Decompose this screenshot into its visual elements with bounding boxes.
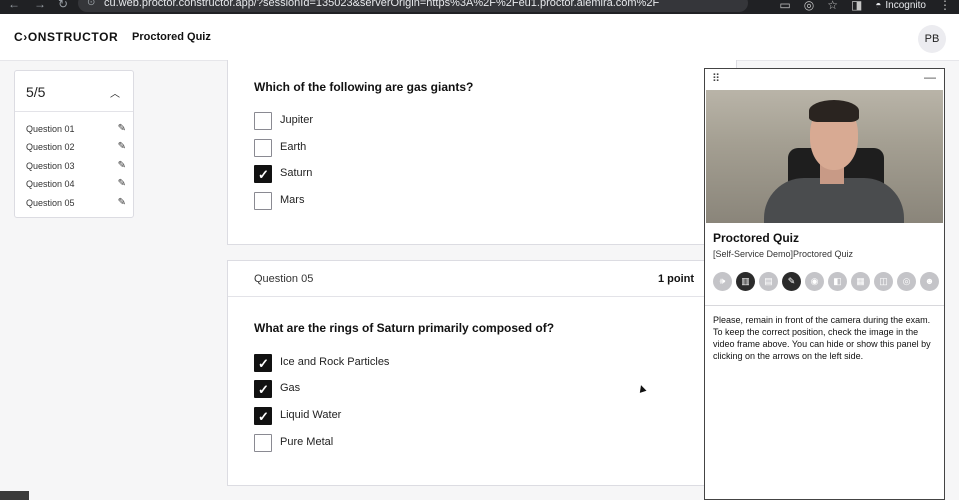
nav-question-04[interactable]: Question 04 ✎ <box>26 176 126 192</box>
pencil-icon: ✎ <box>117 160 126 171</box>
forward-icon[interactable]: → <box>34 0 46 11</box>
check-icon: ✓ <box>258 382 269 397</box>
bookmark-star-icon[interactable]: ☆ <box>827 0 838 12</box>
nav-question-label: Question 05 <box>26 198 75 208</box>
user-avatar[interactable]: PB <box>918 25 946 53</box>
exam-title: Proctored Quiz <box>713 231 800 245</box>
answer-option[interactable]: Mars <box>254 192 554 211</box>
nav-question-label: Question 01 <box>26 124 75 134</box>
panel-divider <box>705 305 944 306</box>
screen-icon: ◧ <box>828 272 847 291</box>
site-info-icon[interactable]: ⊙ <box>87 0 95 12</box>
page-title: Proctored Quiz <box>132 31 211 43</box>
progress-counter: 5/5 <box>26 84 46 100</box>
browser-toolbar: ← → ↻ ⊙ cu.web.proctor.constructor.app/?… <box>0 0 959 14</box>
video-person-torso <box>764 178 904 223</box>
check-icon: ✓ <box>258 409 269 424</box>
chevron-up-icon[interactable]: ︿ <box>110 85 120 100</box>
book-icon: ▥ <box>736 272 755 291</box>
answer-checkbox[interactable] <box>254 192 272 210</box>
answer-option[interactable]: ✓ Saturn <box>254 165 554 184</box>
microphone-icon: 🕪 <box>713 272 732 291</box>
webcam-video <box>706 90 943 223</box>
answer-label: Saturn <box>280 167 313 179</box>
answer-option[interactable]: ✓ Ice and Rock Particles <box>254 354 554 373</box>
side-panel-icon[interactable]: ◨ <box>851 0 862 12</box>
cast-icon[interactable]: ▭ <box>779 0 790 12</box>
proctoring-status-icons: 🕪 ▥ ▤ ✎ ◉ ◧ ▦ ◫ ◎ ☻ <box>713 272 939 291</box>
question-navigator: 5/5 ︿ Question 01 ✎ Question 02 ✎ Questi… <box>14 70 134 218</box>
nav-question-03[interactable]: Question 03 ✎ <box>26 158 126 174</box>
incognito-icon: ◓ <box>875 0 882 11</box>
answer-checkbox[interactable]: ✓ <box>254 354 272 372</box>
answer-option[interactable]: Jupiter <box>254 112 554 131</box>
question-text: Which of the following are gas giants? <box>254 80 474 94</box>
answer-checkbox[interactable]: ✓ <box>254 407 272 425</box>
drag-handle-icon[interactable]: ⠿ <box>712 72 720 85</box>
reload-icon[interactable]: ↻ <box>58 0 68 11</box>
answer-label: Gas <box>280 382 301 394</box>
pencil-icon: ✎ <box>117 197 126 208</box>
answer-label: Jupiter <box>280 114 314 126</box>
answer-option[interactable]: ✓ Liquid Water <box>254 407 554 426</box>
check-icon: ✓ <box>258 167 269 182</box>
browser-icon: ◉ <box>805 272 824 291</box>
answer-checkbox[interactable]: ✓ <box>254 380 272 398</box>
incognito-indicator[interactable]: ◓ Incognito <box>875 0 926 11</box>
pencil-icon: ✎ <box>117 141 126 152</box>
question-text: What are the rings of Saturn primarily c… <box>254 321 555 335</box>
constructor-logo[interactable]: C›ONSTRUCTOR <box>14 30 118 44</box>
answer-label: Liquid Water <box>280 409 342 421</box>
check-icon: ✓ <box>258 356 269 371</box>
answer-option[interactable]: Earth <box>254 139 554 158</box>
minimize-icon[interactable]: — <box>924 70 936 84</box>
answer-label: Pure Metal <box>280 436 334 448</box>
question-number: Question 05 <box>254 273 314 285</box>
video-person-hair <box>809 100 859 122</box>
answer-label: Mars <box>280 194 305 206</box>
question-points: 1 point <box>658 273 695 285</box>
question-card-05: Question 05 1 point What are the rings o… <box>227 260 737 486</box>
nav-question-label: Question 04 <box>26 179 75 189</box>
pencil-icon: ✎ <box>117 123 126 134</box>
exam-subtitle: [Self-Service Demo]Proctored Quiz <box>713 249 854 259</box>
incognito-label: Incognito <box>885 0 926 11</box>
tracking-protection-icon[interactable]: ◎ <box>804 0 814 12</box>
nav-question-05[interactable]: Question 05 ✎ <box>26 195 126 211</box>
person-icon: ☻ <box>920 272 939 291</box>
id-card-icon: ▤ <box>759 272 778 291</box>
proctoring-instructions: Please, remain in front of the camera du… <box>713 315 931 361</box>
answer-option[interactable]: Pure Metal <box>254 434 554 453</box>
eye-icon: ◎ <box>897 272 916 291</box>
back-icon[interactable]: ← <box>8 0 20 11</box>
navigator-header[interactable]: 5/5 ︿ <box>15 71 133 112</box>
nav-question-label: Question 02 <box>26 142 75 152</box>
answer-checkbox[interactable] <box>254 112 272 130</box>
pencil-icon: ✎ <box>117 178 126 189</box>
answer-checkbox[interactable]: ✓ <box>254 165 272 183</box>
address-bar[interactable]: ⊙ cu.web.proctor.constructor.app/?sessio… <box>78 0 748 12</box>
answer-label: Ice and Rock Particles <box>280 356 390 368</box>
answer-checkbox[interactable] <box>254 139 272 157</box>
note-icon: ✎ <box>782 272 801 291</box>
answer-label: Earth <box>280 141 307 153</box>
menu-kebab-icon[interactable]: ⋮ <box>939 0 951 12</box>
proctoring-panel: ⠿ — Proctored Quiz [Self-Service Demo]Pr… <box>704 68 945 500</box>
question-card-header: Question 05 1 point <box>228 261 736 297</box>
answer-checkbox[interactable] <box>254 434 272 452</box>
url-text: cu.web.proctor.constructor.app/?sessionI… <box>104 0 660 9</box>
answer-option[interactable]: ✓ Gas <box>254 380 554 399</box>
nav-question-01[interactable]: Question 01 ✎ <box>26 121 126 137</box>
chat-icon: ◫ <box>874 272 893 291</box>
corner-badge <box>0 491 29 500</box>
nav-question-02[interactable]: Question 02 ✎ <box>26 139 126 155</box>
qr-icon: ▦ <box>851 272 870 291</box>
question-card-04: Which of the following are gas giants? J… <box>227 60 737 245</box>
nav-question-label: Question 03 <box>26 161 75 171</box>
app-header: C›ONSTRUCTOR Proctored Quiz PB <box>0 14 959 61</box>
